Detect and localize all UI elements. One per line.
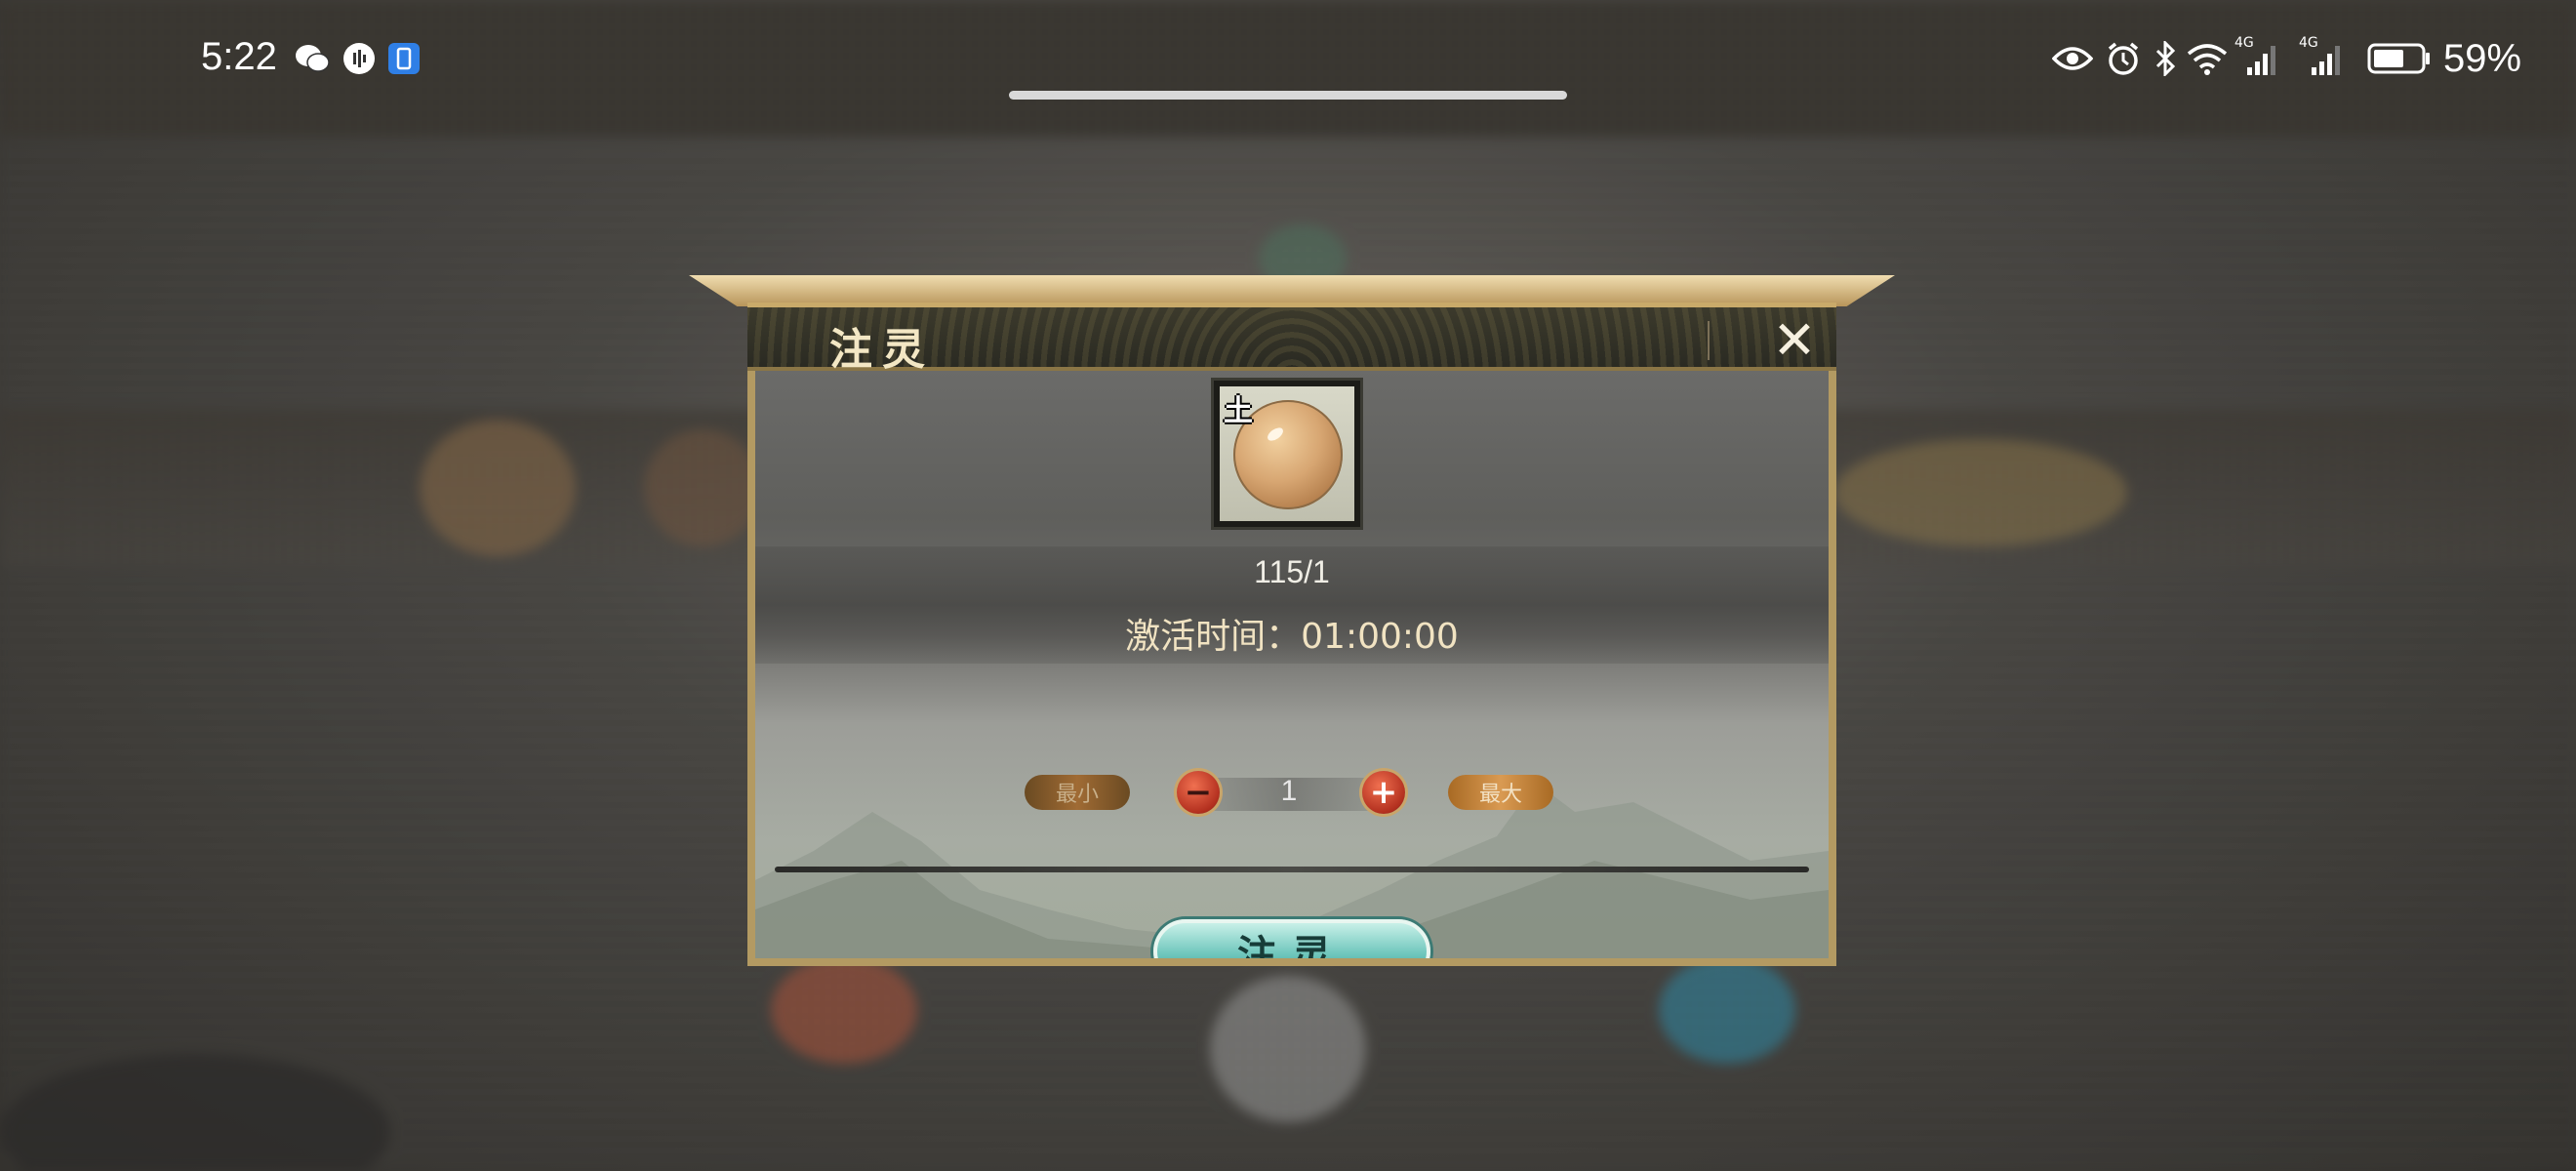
item-count: 115/1: [1254, 554, 1330, 589]
status-time: 5:22: [201, 35, 277, 78]
close-button[interactable]: ✕: [1762, 308, 1827, 371]
alarm-icon: [2104, 41, 2143, 76]
signal-icon: 4G: [2234, 35, 2279, 76]
item-slot[interactable]: 土: [1214, 381, 1360, 527]
eye-icon: [2051, 41, 2094, 76]
decrease-button[interactable]: −: [1177, 771, 1220, 814]
dialog-body: 土 115/1 激活时间：01:00:00 最小 1 − + 最大 注灵: [747, 371, 1836, 966]
signal-icon: 4G: [2299, 35, 2344, 76]
element-tag: 土: [1224, 394, 1253, 428]
battery-percent: 59%: [2443, 37, 2522, 80]
dialog-titlebar: 注灵 ✕: [747, 303, 1836, 375]
wechat-icon: [293, 41, 332, 76]
network-badge: 4G: [2234, 35, 2254, 51]
bluetooth-icon: [2151, 41, 2180, 76]
quantity-value[interactable]: 1: [1196, 775, 1382, 808]
battery-icon: [2365, 41, 2434, 76]
plus-icon: +: [1369, 773, 1398, 812]
minus-icon: −: [1184, 773, 1213, 812]
home-indicator[interactable]: [1009, 91, 1567, 100]
min-button[interactable]: 最小: [1025, 775, 1130, 810]
inject-spirit-dialog: 注灵 ✕ 土 115/1 激活时间：01:00:00 最小 1 − + 最大 注…: [689, 275, 1895, 966]
ink-divider: [775, 867, 1809, 872]
inject-spirit-button[interactable]: 注灵: [1153, 919, 1430, 958]
screen-share-icon: [384, 41, 423, 76]
dialog-title: 注灵: [829, 325, 935, 375]
activation-time: 激活时间：01:00:00: [1125, 617, 1459, 657]
status-bar: 5:22 4G 4G 59%: [0, 0, 2576, 117]
network-badge: 4G: [2299, 35, 2318, 51]
title-divider: [1708, 321, 1710, 360]
increase-button[interactable]: +: [1362, 771, 1405, 814]
max-button[interactable]: 最大: [1448, 775, 1553, 810]
close-icon: ✕: [1772, 308, 1817, 371]
voice-assistant-icon: [340, 41, 379, 76]
wifi-icon: [2186, 41, 2229, 76]
